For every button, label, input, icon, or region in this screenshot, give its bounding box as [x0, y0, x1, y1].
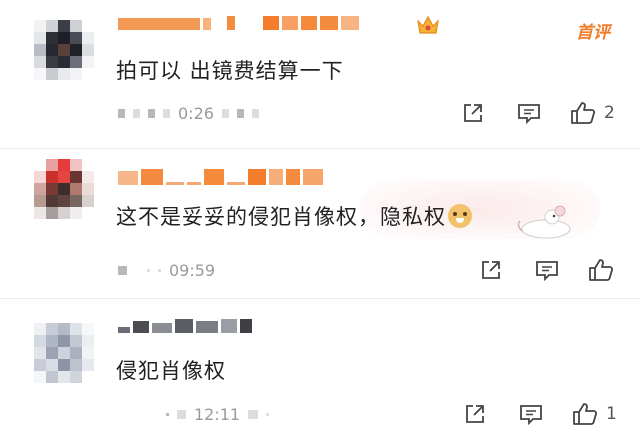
- like-count: 2: [604, 103, 615, 123]
- thumbs-up-icon[interactable]: [588, 257, 614, 283]
- comment-meta: 09:59: [118, 261, 215, 280]
- mouse-sticker: [517, 205, 571, 239]
- doge-emoji: [448, 204, 472, 228]
- thumbs-up-icon[interactable]: [570, 100, 596, 126]
- blurred-date: [166, 413, 169, 416]
- first-comment-badge: 首评: [576, 23, 610, 43]
- comment-actions: 1: [462, 401, 617, 427]
- like-count: 1: [606, 404, 617, 424]
- share-icon[interactable]: [478, 257, 504, 283]
- comment-time: 09:59: [169, 261, 216, 280]
- share-icon[interactable]: [460, 100, 486, 126]
- blurred-date: [118, 266, 127, 275]
- comment-actions: [478, 257, 622, 283]
- comment-meta: 12:11: [118, 405, 270, 424]
- avatar[interactable]: [34, 20, 94, 80]
- comment-icon[interactable]: [534, 257, 560, 283]
- comment-icon[interactable]: [516, 100, 542, 126]
- comment-item: 首评 拍可以 出镜费结算一下 0:26 2: [0, 0, 640, 148]
- username-blurred[interactable]: [118, 14, 359, 30]
- username-blurred[interactable]: [118, 317, 252, 333]
- comment-text: 拍可以 出镜费结算一下: [116, 59, 344, 83]
- comment-text: 这不是妥妥的侵犯肖像权，隐私权: [116, 201, 472, 231]
- share-icon[interactable]: [462, 401, 488, 427]
- comment-text: 侵犯肖像权: [116, 359, 226, 383]
- thumbs-up-icon[interactable]: [572, 401, 598, 427]
- comment-time: 0:26: [178, 104, 214, 123]
- comment-item: 这不是妥妥的侵犯肖像权，隐私权 09:59: [0, 148, 640, 299]
- comment-actions: 2: [460, 100, 615, 126]
- crown-icon: [417, 15, 439, 34]
- avatar[interactable]: [34, 159, 94, 219]
- blurred-date: [118, 109, 125, 118]
- comment-item: 侵犯肖像权 12:11 1: [0, 298, 640, 442]
- username-blurred[interactable]: [118, 169, 323, 185]
- comment-icon[interactable]: [518, 401, 544, 427]
- comment-meta: 0:26: [118, 104, 259, 123]
- avatar[interactable]: [34, 323, 94, 383]
- comment-time: 12:11: [194, 405, 241, 424]
